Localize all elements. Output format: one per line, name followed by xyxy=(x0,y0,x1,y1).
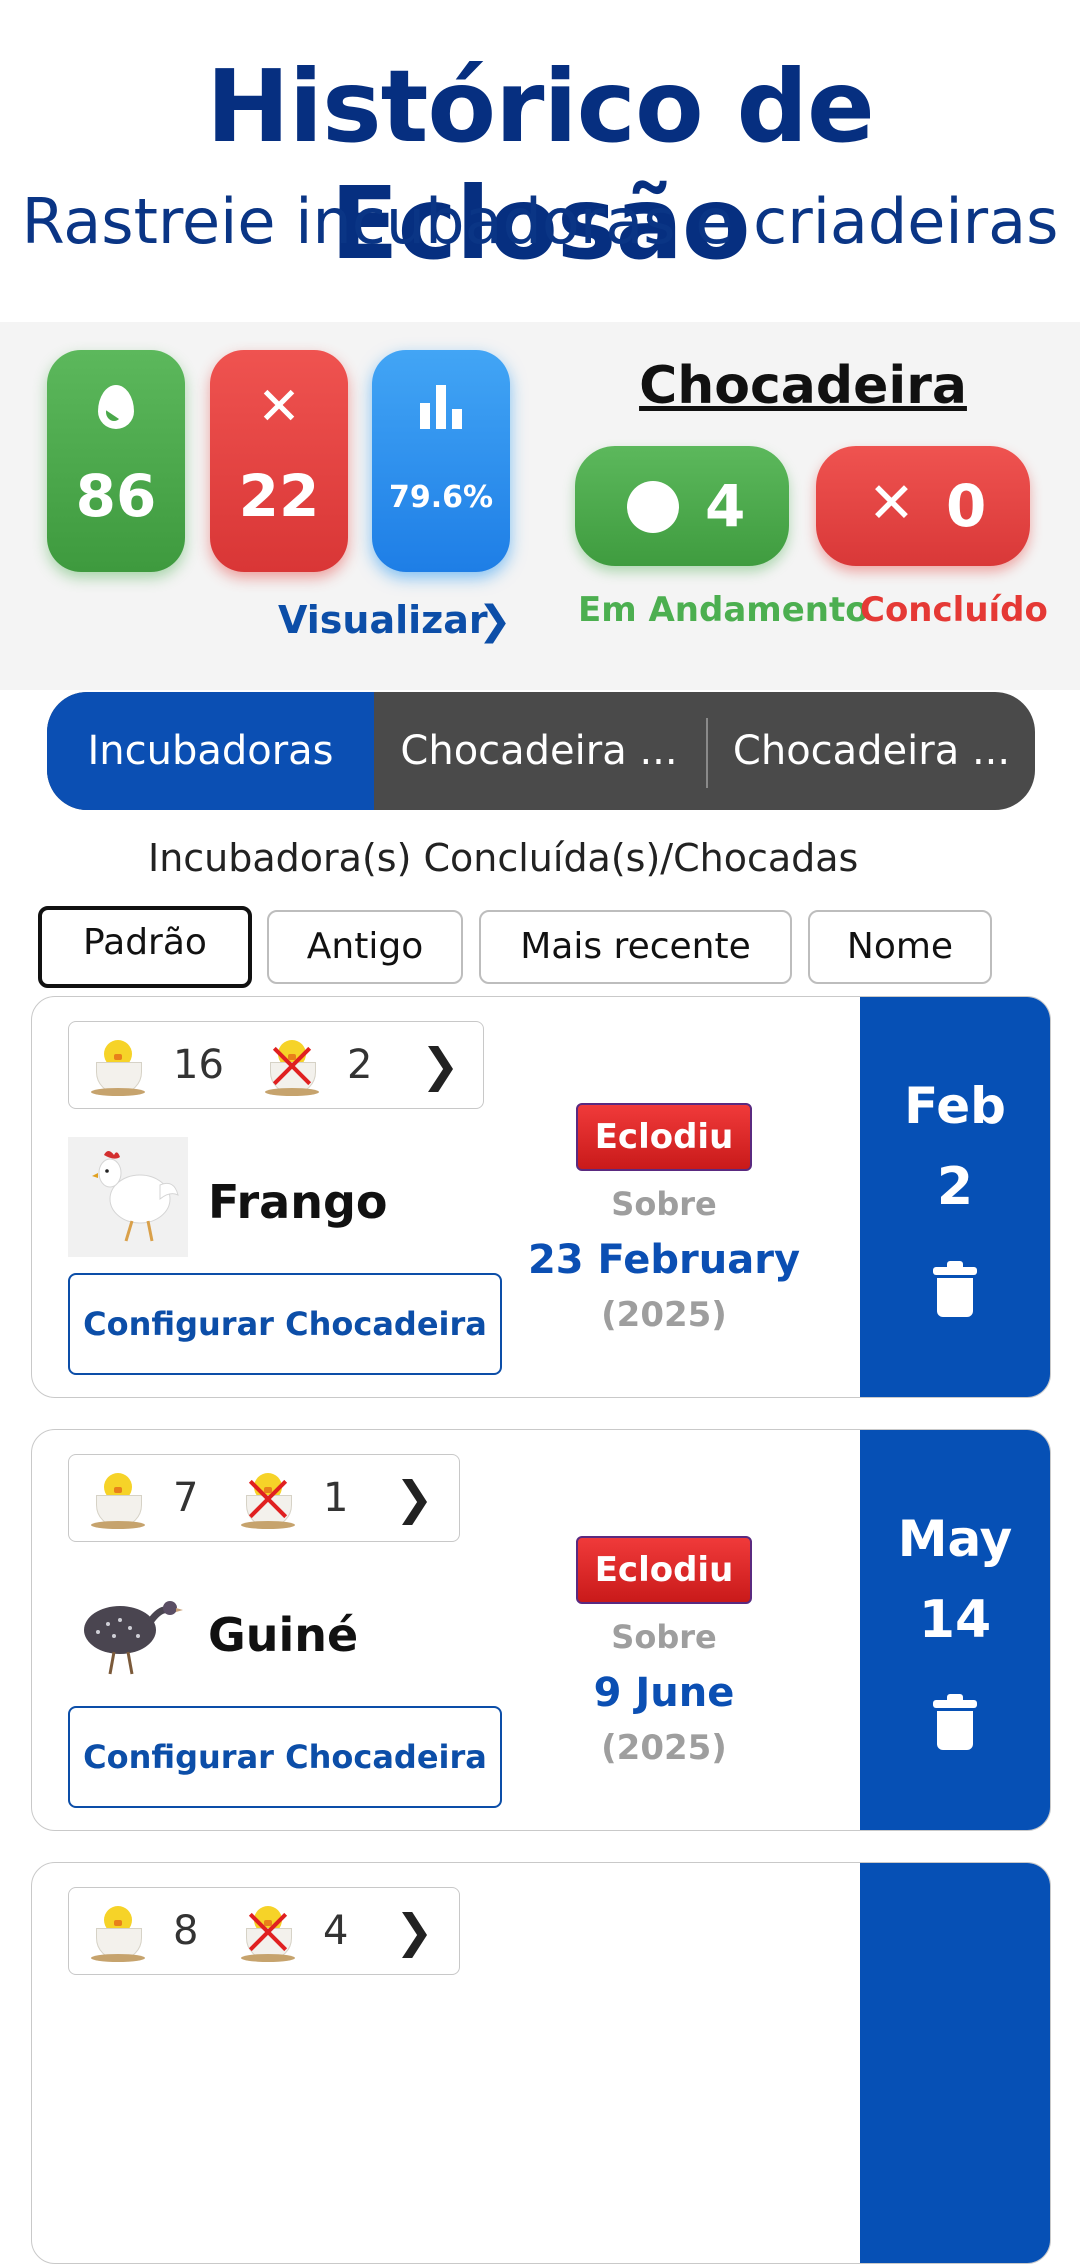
tab-brooder-1[interactable]: Chocadeira ... xyxy=(374,692,704,810)
start-day: 14 xyxy=(918,1590,992,1650)
bird-name: Guiné xyxy=(208,1608,359,1662)
status-badge: Eclodiu xyxy=(576,1103,752,1171)
bar-chart-icon xyxy=(372,382,510,432)
trash-icon[interactable] xyxy=(933,1261,977,1317)
hatch-year: (2025) xyxy=(601,1728,727,1768)
start-day: 2 xyxy=(936,1157,974,1217)
failed-chick-icon xyxy=(241,1469,295,1529)
page-header: Histórico de Eclosão Rastreie incubadora… xyxy=(0,0,1080,322)
hatch-rate-tile[interactable]: 79.6% xyxy=(372,350,510,572)
hatched-chick-icon xyxy=(91,1036,145,1096)
in-progress-pill[interactable]: 4 xyxy=(575,446,789,566)
hatched-count: 16 xyxy=(173,1042,224,1088)
start-month: May xyxy=(897,1510,1013,1568)
start-month: Feb xyxy=(904,1077,1006,1135)
failed-count: 22 xyxy=(238,462,320,530)
x-icon: ✕ xyxy=(868,471,915,536)
brooder-title[interactable]: Chocadeira xyxy=(560,356,1046,416)
chevron-right-icon[interactable]: ❯ xyxy=(395,1471,434,1525)
hatch-counter[interactable]: 8 4 ❯ xyxy=(68,1887,460,1975)
hatch-counter[interactable]: 7 1 ❯ xyxy=(68,1454,460,1542)
page-subtitle: Rastreie incubadoras e criadeiras xyxy=(21,185,1059,258)
hatch-counter[interactable]: 16 2 ❯ xyxy=(68,1021,484,1109)
in-progress-label: Em Andamento xyxy=(578,590,869,630)
failed-chick-icon xyxy=(265,1036,319,1096)
hatch-card[interactable]: 7 1 ❯ Guiné Configurar Chocadeira → Eclo… xyxy=(31,1429,1051,1831)
tab-incubators[interactable]: Incubadoras xyxy=(47,692,374,810)
start-date-panel xyxy=(860,1863,1050,2263)
hatch-rate: 79.6% xyxy=(388,480,494,515)
guinea-fowl-image xyxy=(84,1601,183,1675)
about-label: Sobre xyxy=(611,1618,717,1656)
hatch-card[interactable]: 8 4 ❯ xyxy=(31,1862,1051,2264)
sort-oldest-button[interactable]: Antigo xyxy=(267,910,463,984)
completed-count: 0 xyxy=(946,472,987,540)
trash-icon[interactable] xyxy=(933,1694,977,1750)
sort-newest-button[interactable]: Mais recente xyxy=(479,910,792,984)
hatch-card[interactable]: 16 2 ❯ Frango Configurar Chocadeira → Ec… xyxy=(31,996,1051,1398)
view-link[interactable]: Visualizar xyxy=(278,598,488,642)
hatched-count: 7 xyxy=(173,1475,199,1521)
hatched-count: 86 xyxy=(75,462,157,530)
sort-default-button[interactable]: Padrão xyxy=(38,906,252,988)
hatch-date: 9 June xyxy=(593,1670,735,1716)
hatch-date: 23 February xyxy=(527,1237,801,1283)
hatched-chick-icon xyxy=(91,1902,145,1962)
failed-stat-tile[interactable]: ✕ 22 xyxy=(210,350,348,572)
about-label: Sobre xyxy=(611,1185,717,1223)
circle-icon xyxy=(627,481,679,533)
x-icon: ✕ xyxy=(257,377,301,437)
completed-label: Concluído xyxy=(860,590,1048,630)
completed-pill[interactable]: ✕ 0 xyxy=(816,446,1030,566)
summary-panel: 86 ✕ 22 79.6% Visualizar ❯ Chocadeira 4 … xyxy=(0,322,1080,690)
hatched-chick-icon xyxy=(91,1469,145,1529)
hatched-count: 8 xyxy=(173,1908,199,1954)
sort-name-button[interactable]: Nome xyxy=(808,910,992,984)
chevron-right-icon[interactable]: ❯ xyxy=(421,1038,460,1092)
failed-chick-icon xyxy=(241,1902,295,1962)
status-badge: Eclodiu xyxy=(576,1536,752,1604)
configure-brooder-button[interactable]: Configurar Chocadeira → xyxy=(68,1706,502,1808)
start-date-panel: May 14 xyxy=(860,1430,1050,1830)
hatched-stat-tile[interactable]: 86 xyxy=(47,350,185,572)
configure-brooder-button[interactable]: Configurar Chocadeira → xyxy=(68,1273,502,1375)
failed-count: 4 xyxy=(323,1908,349,1954)
bird-name: Frango xyxy=(208,1175,388,1229)
tab-brooder-2[interactable]: Chocadeira ... xyxy=(708,692,1035,810)
start-date-panel: Feb 2 xyxy=(860,997,1050,1397)
failed-count: 1 xyxy=(323,1475,349,1521)
egg-icon xyxy=(47,382,185,432)
chevron-right-icon[interactable]: ❯ xyxy=(478,598,512,644)
chicken-image xyxy=(68,1137,188,1257)
chevron-right-icon[interactable]: ❯ xyxy=(395,1904,434,1958)
failed-count: 2 xyxy=(347,1042,373,1088)
in-progress-count: 4 xyxy=(705,472,746,540)
hatch-year: (2025) xyxy=(601,1295,727,1335)
section-label: Incubadora(s) Concluída(s)/Chocadas xyxy=(148,836,859,880)
tab-bar: Incubadoras Chocadeira ... Chocadeira ..… xyxy=(47,692,1035,810)
